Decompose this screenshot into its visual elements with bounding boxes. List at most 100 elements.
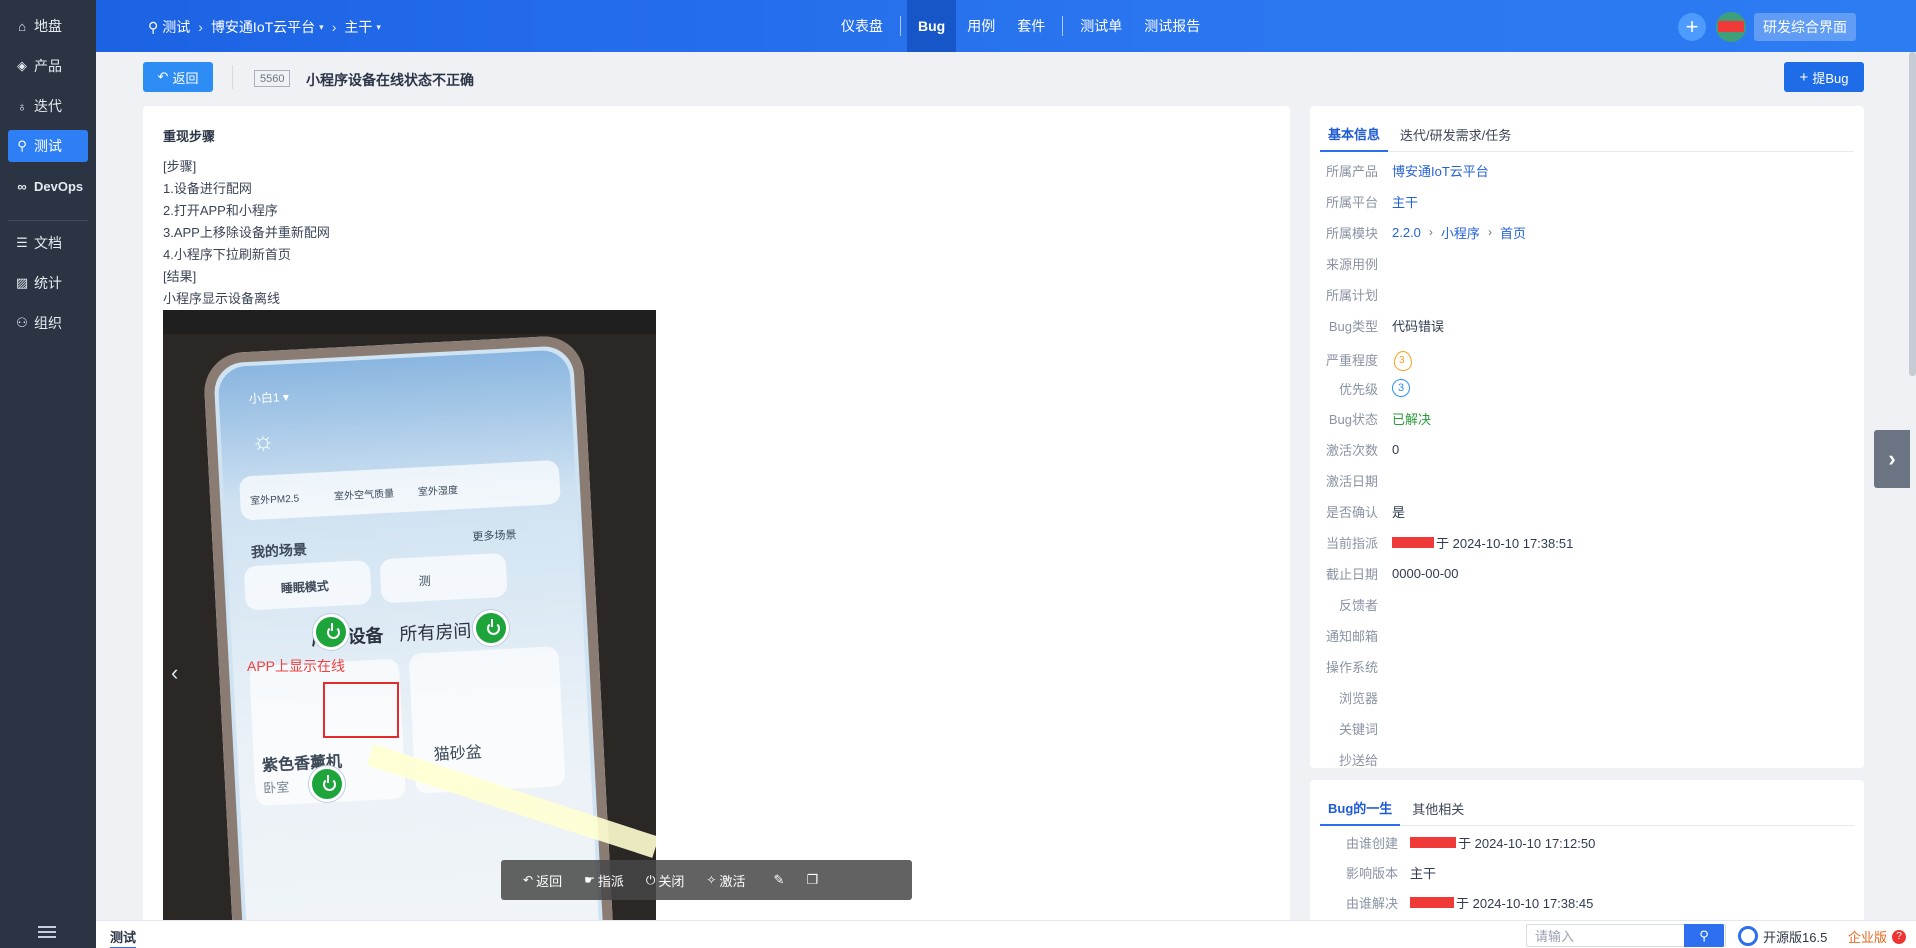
close-action-button[interactable]: ⏻ 关闭 <box>646 871 685 890</box>
info-row-branch: 所属平台 主干 <box>1310 191 1864 211</box>
breadcrumb-product[interactable]: 博安通IoT云平台 <box>211 17 315 37</box>
edit-icon[interactable]: ✎ <box>773 872 784 888</box>
sidebar-item-iteration[interactable]: ♁ 迭代 <box>8 90 88 122</box>
tab-related[interactable]: 迭代/研发需求/任务 <box>1392 116 1519 152</box>
sidebar-item-home[interactable]: ⌂ 地盘 <box>8 10 88 42</box>
activate-action-button[interactable]: ✧ 激活 <box>706 871 745 890</box>
step-line: 3.APP上移除设备并重新配网 <box>163 225 330 240</box>
phone-photo: 小白1 ▾ ☼ 室外PM2.5 室外空气质量 室外湿度 我的场景 更多场景 睡眠… <box>202 334 616 948</box>
info-row-deadline: 截止日期 0000-00-00 <box>1325 565 1459 582</box>
tab-lifecycle[interactable]: Bug的一生 <box>1320 790 1401 826</box>
question-icon: ? <box>1892 929 1907 944</box>
bug-screenshot-image[interactable]: 小白1 ▾ ☼ 室外PM2.5 室外空气质量 室外湿度 我的场景 更多场景 睡眠… <box>163 310 656 948</box>
chevron-down-icon[interactable]: ▾ <box>376 22 381 33</box>
scene-sleep-label: 睡眠模式 <box>280 579 330 596</box>
sidebar-item-stats[interactable]: ▨ 统计 <box>8 267 88 299</box>
pm25-label: 室外PM2.5 <box>249 493 300 508</box>
scrollbar[interactable] <box>1909 52 1916 376</box>
bug-id-badge: 5560 <box>254 70 291 87</box>
collapse-menu-icon[interactable] <box>38 926 56 940</box>
annotation-text: APP上显示在线 <box>247 658 346 674</box>
search-icon: ⚲ <box>1699 927 1709 943</box>
product-link[interactable]: 博安通IoT云平台 <box>1392 161 1489 180</box>
back-arrow-icon: ↶ <box>157 69 169 84</box>
search-button[interactable]: ⚲ <box>1684 924 1724 947</box>
all-rooms-label: 所有房间 <box>398 620 472 645</box>
enterprise-link[interactable]: 企业版? <box>1848 927 1907 946</box>
nav-bug[interactable]: Bug <box>907 0 957 52</box>
breadcrumb-branch[interactable]: 主干 <box>344 17 372 37</box>
power-on-icon <box>309 766 345 802</box>
sidebar: ⌂ 地盘 ◈ 产品 ♁ 迭代 ⚲ 测试 ∞ DevOps ☰ 文档 ▨ 统计 ⚇ 组织 <box>0 0 96 948</box>
header-actions: + 研发综合界面 <box>1678 12 1856 42</box>
expand-panel-chevron-icon[interactable]: › <box>1874 430 1910 488</box>
copy-icon[interactable]: ❐ <box>806 872 818 888</box>
life-row-build: 影响版本 主干 <box>1345 865 1437 881</box>
module-path-link[interactable]: 2.2.0 <box>1392 225 1421 240</box>
chevron-down-icon[interactable]: ▾ <box>319 22 324 33</box>
back-button[interactable]: ↶ 返回 <box>143 62 213 92</box>
sidebar-item-org[interactable]: ⚇ 组织 <box>8 307 88 339</box>
back-arrow-icon: ↶ <box>523 873 534 887</box>
org-icon: ⚇ <box>16 315 28 330</box>
my-scenes-label: 我的场景 <box>250 541 308 561</box>
nav-testtask[interactable]: 测试单 <box>1069 0 1133 52</box>
zentao-logo-icon <box>1738 926 1758 946</box>
scene-test-label: 测 <box>418 573 432 589</box>
hand-icon: ☛ <box>584 873 595 887</box>
sidebar-item-product[interactable]: ◈ 产品 <box>8 50 88 82</box>
search-icon: ⚲ <box>148 18 159 35</box>
info-row-priority: 优先级 3 <box>1310 378 1864 398</box>
redacted-name <box>1410 836 1456 848</box>
magic-icon: ✧ <box>706 873 717 887</box>
footer-bar: 测试 请输入 ⚲ 开源版16.5 企业版? <box>96 920 1916 948</box>
power-on-icon <box>313 614 349 650</box>
test-icon: ⚲ <box>17 138 27 153</box>
step-line: 1.设备进行配网 <box>163 181 252 196</box>
device-name-label: 猫砂盆 <box>433 744 483 764</box>
info-row-keywords: 关键词 <box>1338 721 1378 737</box>
footer-tab-test[interactable]: 测试 <box>110 927 137 948</box>
sidebar-item-test[interactable]: ⚲ 测试 <box>8 130 88 162</box>
sidebar-item-doc[interactable]: ☰ 文档 <box>8 227 88 259</box>
power-on-icon <box>473 610 509 646</box>
info-row-os: 操作系统 <box>1325 659 1378 675</box>
top-header: ⚲ 测试 › 博安通IoT云平台 ▾ › 主干 ▾ 仪表盘 Bug 用例 套件 … <box>96 0 1916 52</box>
plus-icon: + <box>1799 68 1809 86</box>
info-row-activated-count: 激活次数 0 <box>1325 441 1400 458</box>
quick-create-plus-icon[interactable]: + <box>1678 13 1706 41</box>
info-row-mailto: 通知邮箱 <box>1325 628 1378 644</box>
breadcrumb: ⚲ 测试 › 博安通IoT云平台 ▾ › 主干 ▾ <box>148 17 381 37</box>
suite-switch-button[interactable]: 研发综合界面 <box>1754 13 1856 41</box>
step-line: 小程序显示设备离线 <box>163 291 281 306</box>
info-row-product: 所属产品 博安通IoT云平台 <box>1310 160 1864 180</box>
breadcrumb-module[interactable]: 测试 <box>162 17 190 37</box>
redacted-name <box>1392 536 1434 548</box>
tab-other[interactable]: 其他相关 <box>1404 790 1472 826</box>
version-info[interactable]: 开源版16.5 <box>1738 926 1827 946</box>
assign-action-button[interactable]: ☛ 指派 <box>584 871 624 890</box>
module-path-link[interactable]: 小程序 <box>1441 223 1480 242</box>
sidebar-item-devops[interactable]: ∞ DevOps <box>8 170 88 202</box>
report-bug-button[interactable]: + 提Bug <box>1784 62 1864 92</box>
device-room-label: 卧室 <box>262 779 290 796</box>
nav-testreport[interactable]: 测试报告 <box>1133 0 1211 52</box>
status-badge: 已解决 <box>1392 411 1432 427</box>
info-row-module: 所属模块 2.2.0 › 小程序 › 首页 <box>1325 223 1526 242</box>
nav-suite[interactable]: 套件 <box>1006 0 1056 52</box>
chevron-right-icon: › <box>1487 225 1492 239</box>
sun-icon: ☼ <box>250 424 276 456</box>
info-row-status: Bug状态 已解决 <box>1310 408 1864 428</box>
nav-dashboard[interactable]: 仪表盘 <box>830 0 894 52</box>
tab-basic-info[interactable]: 基本信息 <box>1320 116 1389 152</box>
nav-case[interactable]: 用例 <box>956 0 1006 52</box>
chevron-left-icon[interactable]: ‹ <box>171 660 178 686</box>
title-divider <box>232 65 233 89</box>
avatar[interactable] <box>1716 12 1746 42</box>
chevron-right-icon: › <box>198 19 203 35</box>
module-path-link[interactable]: 首页 <box>1500 223 1526 242</box>
life-row-created: 由谁创建于 2024-10-10 17:12:50 <box>1345 835 1596 851</box>
branch-link[interactable]: 主干 <box>1392 192 1418 211</box>
back-action-button[interactable]: ↶ 返回 <box>523 871 562 890</box>
info-row-browser: 浏览器 <box>1338 690 1378 706</box>
